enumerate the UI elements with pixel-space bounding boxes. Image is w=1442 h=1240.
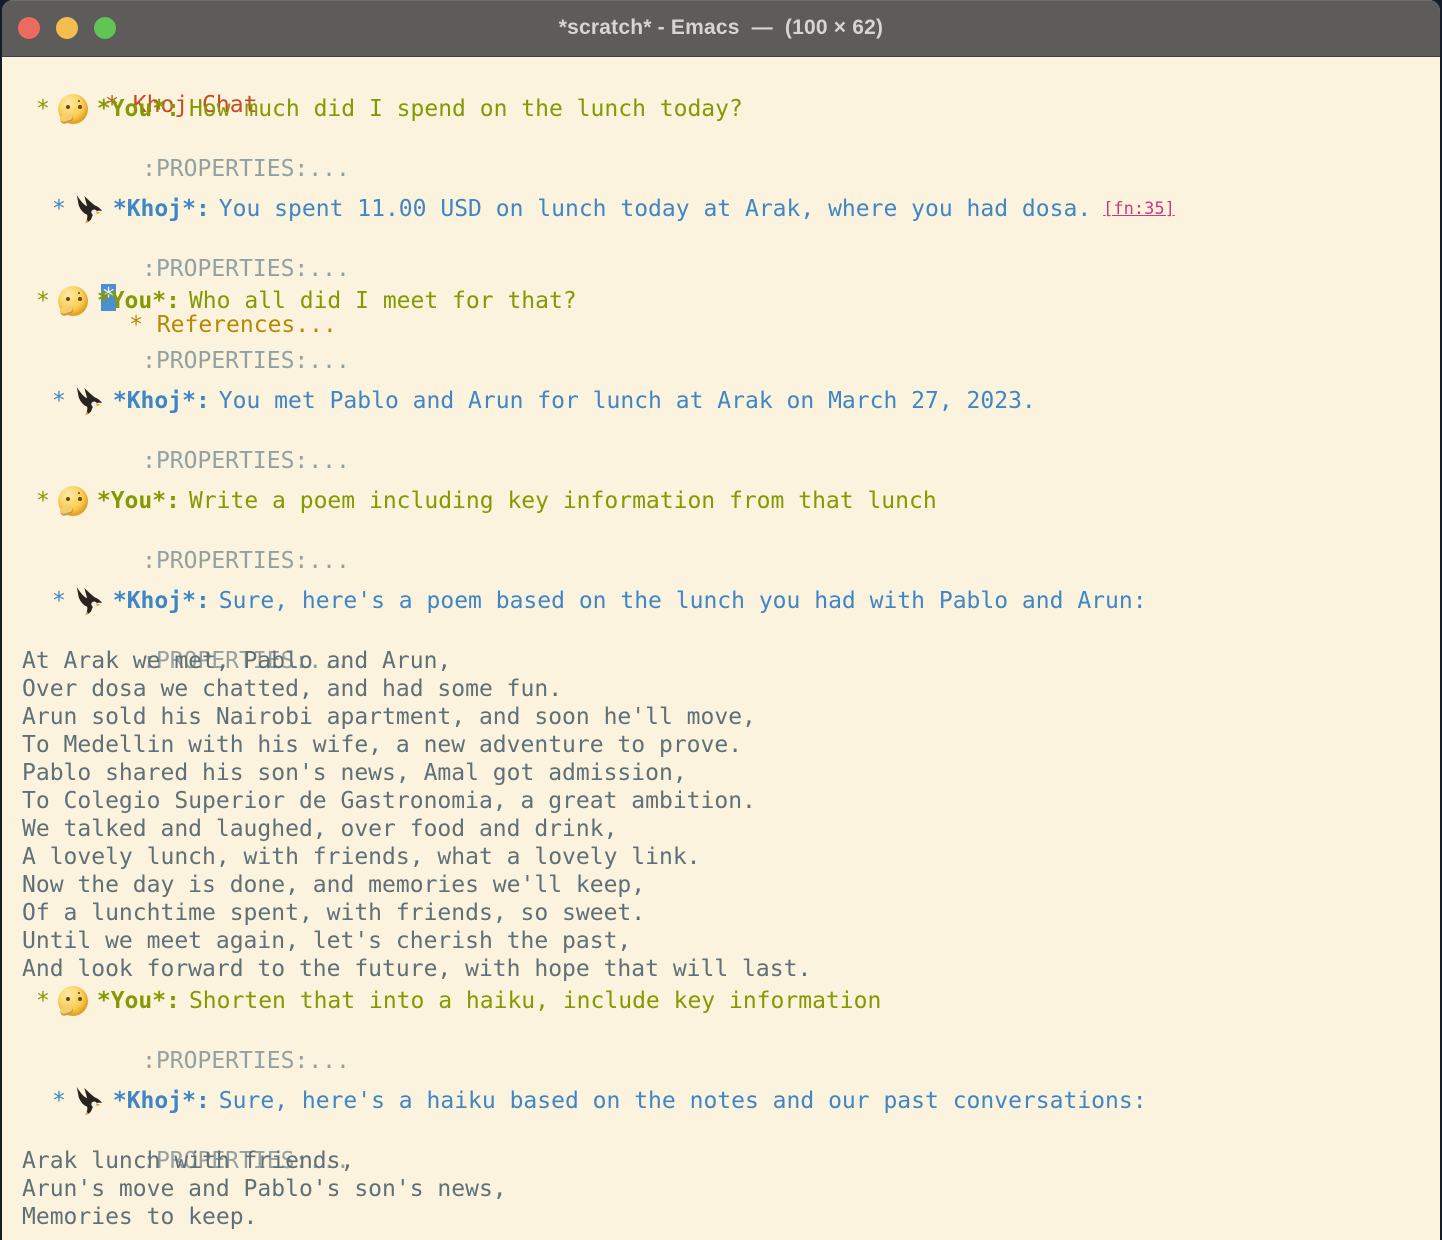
speaker-label: *Khoj*:: [113, 383, 210, 419]
eagle-emoji: [74, 386, 104, 416]
chat-line-you[interactable]: * *You*: Write a poem including key info…: [2, 483, 1440, 519]
message-text: Sure, here's a haiku based on the notes …: [219, 1083, 1147, 1119]
message-text: You met Pablo and Arun for lunch at Arak…: [219, 383, 1036, 419]
speaker-label: *You*:: [97, 483, 180, 519]
chat-line-khoj[interactable]: * *Khoj*: You spent 11.00 USD on lunch t…: [2, 191, 1440, 227]
org-star: *: [36, 283, 50, 319]
message-text: Shorten that into a haiku, include key i…: [189, 983, 881, 1019]
chat-line-you[interactable]: * *You*: Who all did I meet for that?: [2, 283, 1440, 319]
properties-drawer[interactable]: :PROPERTIES:...: [2, 619, 1440, 647]
thinking-face-emoji: [58, 486, 88, 516]
speaker-label: *Khoj*:: [113, 1083, 210, 1119]
scratch-buffer[interactable]: * Khoj Chat * *You*: How much did I spen…: [2, 57, 1440, 1240]
haiku-line: Arun's move and Pablo's son's news,: [2, 1175, 1440, 1203]
chat-line-you[interactable]: * *You*: How much did I spend on the lun…: [2, 91, 1440, 127]
properties-label[interactable]: :PROPERTIES:...: [142, 548, 350, 574]
message-text: Who all did I meet for that?: [189, 283, 577, 319]
poem-line: We talked and laughed, over food and dri…: [2, 815, 1440, 843]
properties-drawer[interactable]: :PROPERTIES:...: [2, 1119, 1440, 1147]
message-text: How much did I spend on the lunch today?: [189, 91, 743, 127]
properties-drawer[interactable]: :PROPERTIES:...: [2, 1019, 1440, 1047]
thinking-face-emoji: [58, 986, 88, 1016]
org-star: *: [36, 983, 50, 1019]
chat-line-you[interactable]: * *You*: Shorten that into a haiku, incl…: [2, 983, 1440, 1019]
eagle-emoji: [74, 194, 104, 224]
poem-line: And look forward to the future, with hop…: [2, 955, 1440, 983]
emacs-window: *scratch* - Emacs — (100 × 62) * Khoj Ch…: [2, 0, 1440, 1240]
poem-line: To Colegio Superior de Gastronomia, a gr…: [2, 787, 1440, 815]
properties-drawer[interactable]: :PROPERTIES:...: [2, 227, 1440, 255]
close-button[interactable]: [18, 17, 40, 39]
zoom-button[interactable]: [94, 17, 116, 39]
chat-line-khoj[interactable]: * *Khoj*: Sure, here's a haiku based on …: [2, 1083, 1440, 1119]
speaker-label: *You*:: [97, 91, 180, 127]
org-star: *: [36, 91, 50, 127]
window-titlebar[interactable]: *scratch* - Emacs — (100 × 62): [2, 0, 1440, 57]
minimize-button[interactable]: [56, 17, 78, 39]
org-star: *: [52, 191, 66, 227]
poem-line: Arun sold his Nairobi apartment, and soo…: [2, 703, 1440, 731]
poem-line: Of a lunchtime spent, with friends, so s…: [2, 899, 1440, 927]
properties-drawer[interactable]: :PROPERTIES:...: [2, 519, 1440, 547]
window-title: *scratch* - Emacs — (100 × 62): [559, 16, 884, 40]
properties-drawer[interactable]: :PROPERTIES:...: [2, 419, 1440, 447]
poem-line: Pablo shared his son's news, Amal got ad…: [2, 759, 1440, 787]
properties-label[interactable]: :PROPERTIES:...: [142, 156, 350, 182]
message-text: Sure, here's a poem based on the lunch y…: [219, 583, 1147, 619]
org-star: *: [52, 583, 66, 619]
properties-label[interactable]: :PROPERTIES:...: [142, 256, 350, 282]
message-text: You spent 11.00 USD on lunch today at Ar…: [219, 191, 1091, 227]
org-star: *: [52, 383, 66, 419]
poem-line: Now the day is done, and memories we'll …: [2, 871, 1440, 899]
org-star: *: [36, 483, 50, 519]
properties-label[interactable]: :PROPERTIES:...: [142, 448, 350, 474]
chat-line-khoj[interactable]: * *Khoj*: Sure, here's a poem based on t…: [2, 583, 1440, 619]
poem-line: Over dosa we chatted, and had some fun.: [2, 675, 1440, 703]
thinking-face-emoji: [58, 94, 88, 124]
org-heading-khoj-chat[interactable]: * Khoj Chat: [2, 63, 1440, 91]
eagle-emoji: [74, 1086, 104, 1116]
chat-line-khoj[interactable]: * *Khoj*: You met Pablo and Arun for lun…: [2, 383, 1440, 419]
haiku-line: Arak lunch with friends,: [2, 1147, 1440, 1175]
speaker-label: *Khoj*:: [113, 191, 210, 227]
traffic-lights: [18, 17, 116, 39]
poem-line: A lovely lunch, with friends, what a lov…: [2, 843, 1440, 871]
haiku-line: Memories to keep.: [2, 1203, 1440, 1231]
properties-drawer[interactable]: :PROPERTIES:...: [2, 127, 1440, 155]
message-text: Write a poem including key information f…: [189, 483, 937, 519]
eagle-emoji: [74, 586, 104, 616]
speaker-label: *You*:: [97, 283, 180, 319]
poem-line: At Arak we met, Pablo and Arun,: [2, 647, 1440, 675]
properties-label[interactable]: :PROPERTIES:...: [142, 1048, 350, 1074]
properties-label[interactable]: :PROPERTIES:...: [142, 348, 350, 374]
speaker-label: *Khoj*:: [113, 583, 210, 619]
poem-line: To Medellin with his wife, a new adventu…: [2, 731, 1440, 759]
poem-line: Until we meet again, let's cherish the p…: [2, 927, 1440, 955]
speaker-label: *You*:: [97, 983, 180, 1019]
thinking-face-emoji: [58, 286, 88, 316]
org-star: *: [52, 1083, 66, 1119]
footnote-link[interactable]: [fn:35]: [1103, 191, 1175, 227]
